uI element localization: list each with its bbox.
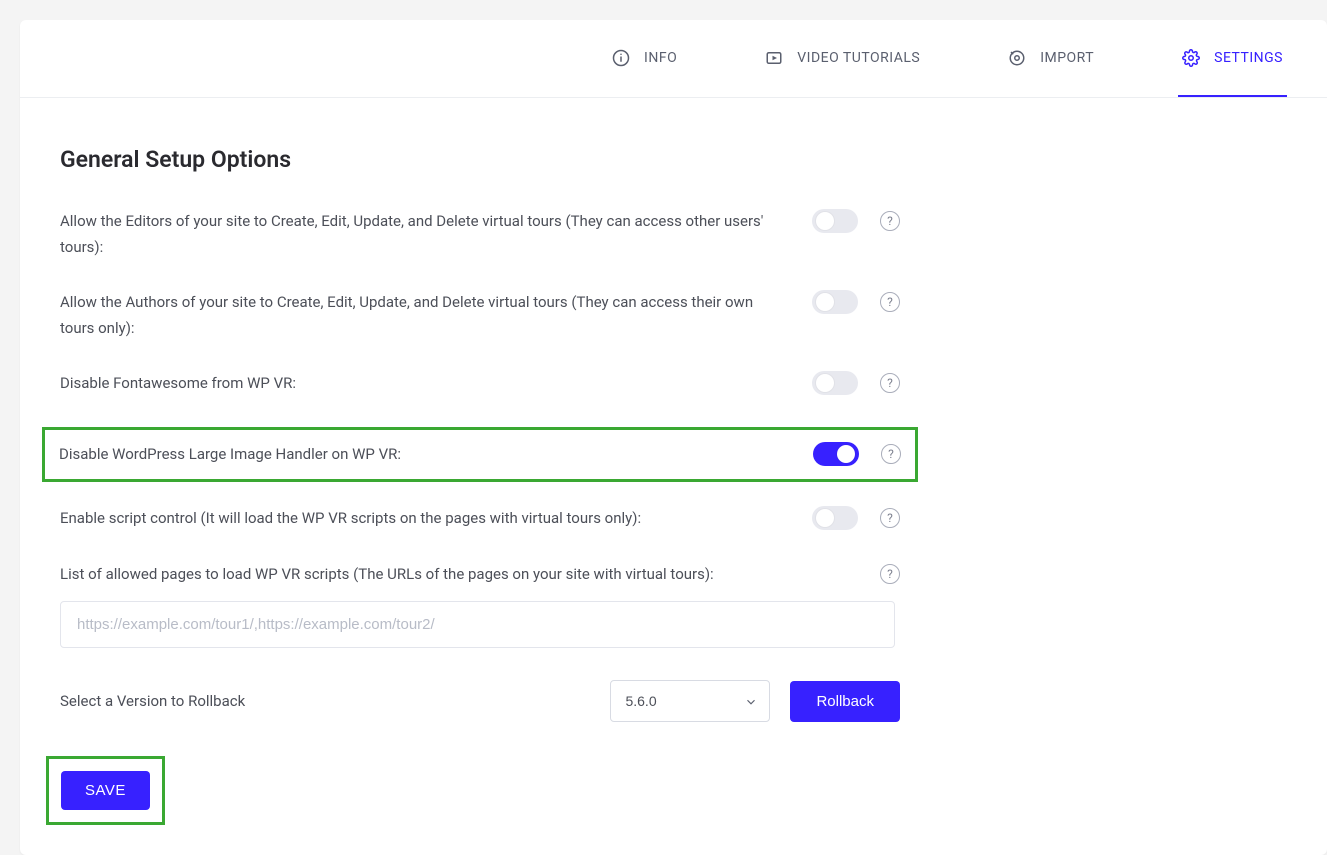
rollback-row: Select a Version to Rollback 5.6.0 Rollb… [60, 680, 900, 722]
tab-label: IMPORT [1040, 50, 1094, 66]
info-icon [612, 49, 630, 67]
option-largeimg-label: Disable WordPress Large Image Handler on… [59, 442, 791, 468]
toggle-editors[interactable] [812, 209, 858, 233]
tab-label: SETTINGS [1214, 50, 1283, 66]
option-editors-row: Allow the Editors of your site to Create… [60, 209, 900, 260]
option-largeimg-row: Disable WordPress Large Image Handler on… [42, 427, 918, 483]
help-icon[interactable]: ? [881, 444, 901, 464]
help-icon[interactable]: ? [880, 508, 900, 528]
allowed-pages-input[interactable] [60, 601, 895, 648]
option-authors-label: Allow the Authors of your site to Create… [60, 290, 790, 341]
option-fontawesome-row: Disable Fontawesome from WP VR: ? [60, 371, 900, 397]
page-title: General Setup Options [60, 146, 900, 173]
allowed-pages-label: List of allowed pages to load WP VR scri… [60, 562, 858, 588]
settings-panel: INFO VIDEO TUTORIALS IMPORT [20, 20, 1327, 855]
toggle-largeimg[interactable] [813, 442, 859, 466]
tab-bar: INFO VIDEO TUTORIALS IMPORT [20, 20, 1327, 98]
help-icon[interactable]: ? [880, 211, 900, 231]
toggle-authors[interactable] [812, 290, 858, 314]
version-select-wrap: 5.6.0 [610, 680, 770, 722]
rollback-label: Select a Version to Rollback [60, 692, 245, 710]
allowed-pages-section: List of allowed pages to load WP VR scri… [60, 562, 900, 649]
import-icon [1008, 49, 1026, 67]
toggle-scriptctrl[interactable] [812, 506, 858, 530]
help-icon[interactable]: ? [880, 292, 900, 312]
toggle-fontawesome[interactable] [812, 371, 858, 395]
option-fontawesome-label: Disable Fontawesome from WP VR: [60, 371, 790, 397]
tab-settings[interactable]: SETTINGS [1178, 20, 1287, 97]
tab-video-tutorials[interactable]: VIDEO TUTORIALS [761, 20, 924, 97]
version-select[interactable]: 5.6.0 [610, 680, 770, 722]
gear-icon [1182, 49, 1200, 67]
tab-label: INFO [644, 50, 677, 66]
option-authors-row: Allow the Authors of your site to Create… [60, 290, 900, 341]
settings-content: General Setup Options Allow the Editors … [20, 98, 940, 855]
option-scriptctrl-label: Enable script control (It will load the … [60, 506, 790, 532]
option-scriptctrl-row: Enable script control (It will load the … [60, 506, 900, 532]
video-icon [765, 49, 783, 67]
help-icon[interactable]: ? [880, 564, 900, 584]
option-editors-label: Allow the Editors of your site to Create… [60, 209, 790, 260]
tab-label: VIDEO TUTORIALS [797, 50, 920, 66]
rollback-button[interactable]: Rollback [790, 681, 900, 722]
help-icon[interactable]: ? [880, 373, 900, 393]
tab-info[interactable]: INFO [608, 20, 681, 97]
tab-import[interactable]: IMPORT [1004, 20, 1098, 97]
